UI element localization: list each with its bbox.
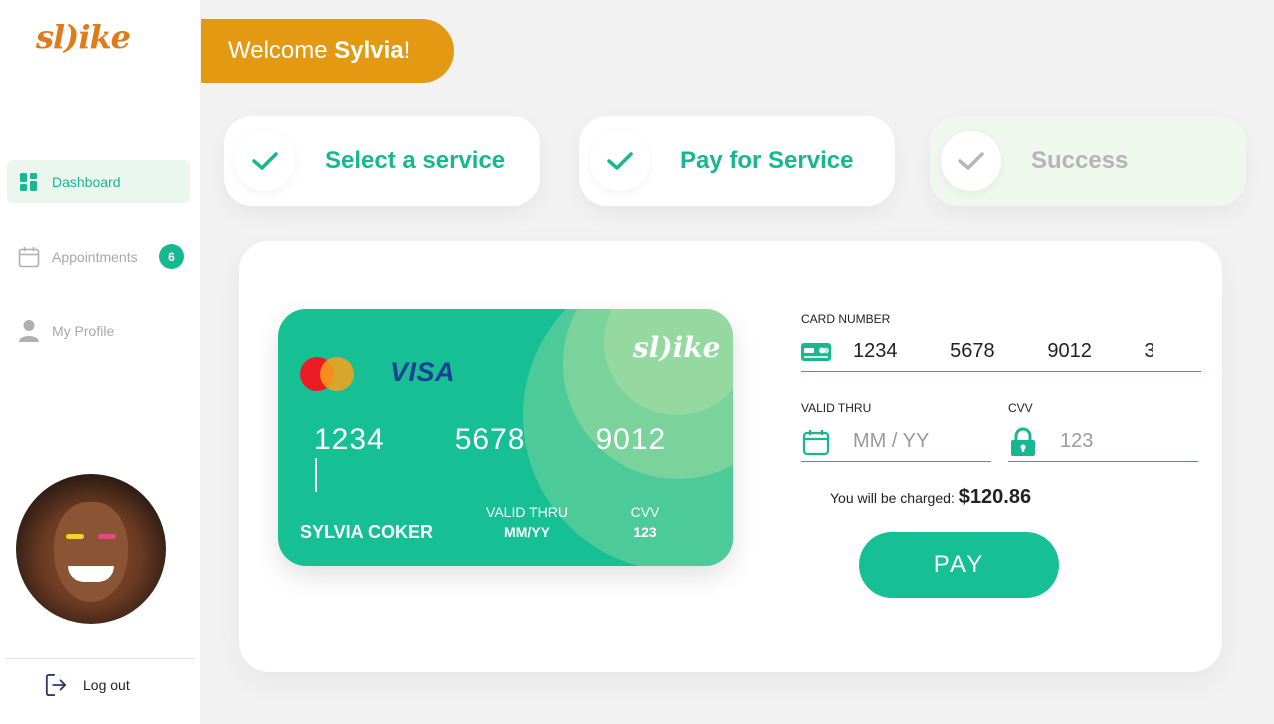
calendar-icon bbox=[18, 246, 40, 268]
card-number-label: CARD NUMBER bbox=[801, 312, 891, 326]
card-valid-value: MM/YY bbox=[504, 524, 550, 540]
welcome-banner: Welcome Sylvia ! bbox=[201, 19, 454, 83]
lock-icon bbox=[1008, 427, 1038, 457]
mastercard-logo-icon bbox=[300, 357, 355, 391]
logout-button[interactable]: Log out bbox=[45, 674, 130, 696]
cvv-input[interactable] bbox=[1060, 430, 1180, 453]
logout-icon bbox=[45, 674, 67, 696]
welcome-suffix: ! bbox=[403, 37, 411, 64]
sidebar-item-dashboard[interactable]: Dashboard bbox=[7, 160, 190, 203]
brand-logo[interactable]: sl)ike bbox=[36, 18, 131, 56]
sidebar-item-my-profile[interactable]: My Profile bbox=[7, 309, 190, 352]
sidebar-item-appointments[interactable]: Appointments 6 bbox=[7, 235, 190, 278]
dashboard-icon bbox=[18, 171, 40, 193]
check-icon bbox=[252, 152, 278, 170]
valid-thru-label: VALID THRU bbox=[801, 401, 872, 415]
card-cvv-value: 123 bbox=[633, 524, 657, 540]
sidebar-item-label: My Profile bbox=[52, 322, 115, 339]
sidebar-item-label: Dashboard bbox=[52, 173, 121, 190]
cvv-field[interactable] bbox=[1008, 422, 1198, 462]
user-icon bbox=[18, 319, 40, 342]
credit-card-icon bbox=[801, 341, 831, 363]
valid-thru-input[interactable] bbox=[853, 430, 973, 453]
cvv-label: CVV bbox=[1008, 401, 1033, 415]
step-select-service: Select a service bbox=[224, 116, 540, 206]
welcome-name: Sylvia bbox=[334, 37, 404, 64]
sidebar-divider bbox=[5, 658, 195, 659]
card-valid-label: VALID THRU bbox=[486, 504, 568, 520]
sidebar-item-label: Appointments bbox=[52, 248, 138, 265]
card-number-field[interactable] bbox=[801, 332, 1201, 372]
logout-label: Log out bbox=[83, 677, 130, 693]
appointments-count-badge: 6 bbox=[159, 244, 184, 269]
welcome-prefix: Welcome bbox=[228, 37, 335, 64]
check-icon bbox=[958, 152, 984, 170]
charge-text: You will be charged: bbox=[830, 490, 955, 506]
visa-logo: VISA bbox=[390, 357, 456, 387]
step-success: Success bbox=[930, 116, 1246, 206]
card-valid-thru: VALID THRU MM/YY bbox=[482, 504, 572, 540]
sidebar: sl)ike Dashboard Appointments 6 My Profi… bbox=[0, 0, 200, 724]
valid-thru-field[interactable] bbox=[801, 422, 991, 462]
card-cvv: CVV 123 bbox=[616, 504, 674, 540]
step-pay-for-service: Pay for Service bbox=[579, 116, 895, 206]
check-icon bbox=[607, 152, 633, 170]
step-check-circle bbox=[235, 131, 295, 191]
step-check-circle bbox=[590, 131, 650, 191]
calendar-icon bbox=[801, 428, 831, 456]
charge-summary: You will be charged: $120.86 bbox=[830, 486, 1031, 509]
card-brand-logo: sl)ike bbox=[633, 331, 721, 364]
card-cvv-label: CVV bbox=[630, 504, 660, 520]
step-check-circle bbox=[941, 131, 1001, 191]
step-label: Select a service bbox=[325, 147, 506, 174]
pay-button[interactable]: PAY bbox=[859, 532, 1059, 598]
credit-card-preview: VISA sl)ike 1234 5678 9012 345 SYLVIA CO… bbox=[278, 309, 733, 566]
card-holder-name: SYLVIA COKER bbox=[300, 522, 434, 542]
charge-amount: $120.86 bbox=[958, 486, 1032, 508]
step-label: Success bbox=[1031, 147, 1129, 174]
card-number-input[interactable] bbox=[853, 340, 1153, 363]
step-label: Pay for Service bbox=[680, 147, 854, 174]
card-number-display: 1234 5678 9012 345 bbox=[314, 423, 733, 492]
user-avatar[interactable] bbox=[16, 474, 166, 624]
